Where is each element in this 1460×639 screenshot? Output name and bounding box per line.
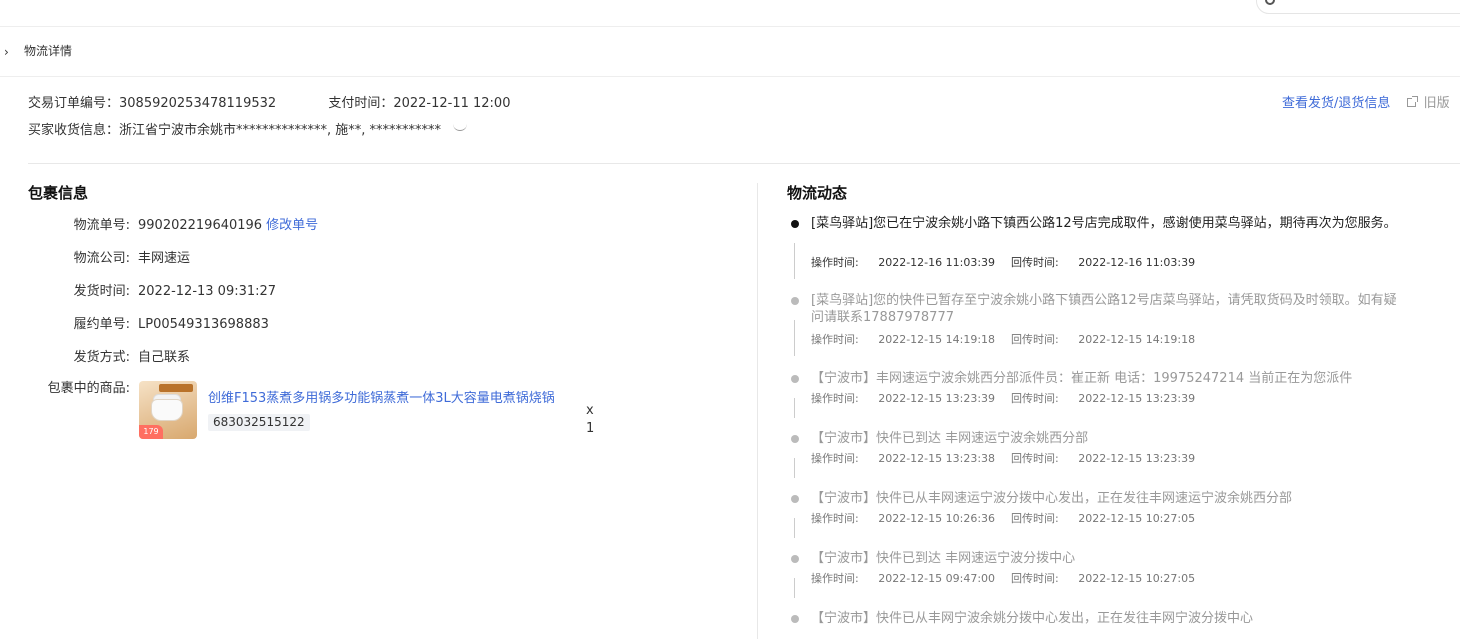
timeline-meta: 操作时间: 2022-12-15 14:19:18 回传时间: 2022-12-1… (811, 333, 1195, 347)
old-version-link[interactable]: 旧版 (1424, 96, 1450, 111)
ret-time: 2022-12-15 14:19:18 (1078, 333, 1196, 346)
search-box[interactable] (1256, 0, 1460, 14)
ret-time: 2022-12-16 11:03:39 (1078, 256, 1196, 269)
tracking-no: 990202219640196 (138, 218, 263, 233)
ret-time-label: 回传时间: (1011, 572, 1059, 585)
timeline-meta: 操作时间: 2022-12-15 10:26:36 回传时间: 2022-12-1… (811, 512, 1195, 526)
op-time: 2022-12-16 11:03:39 (878, 256, 996, 269)
order-no-label: 交易订单编号： (28, 96, 120, 111)
tracking-no-value: 990202219640196 修改单号 (138, 217, 318, 235)
thumbnail-banner (159, 384, 193, 392)
product-id-tag: 683032515122 (208, 414, 310, 431)
timeline-text: 【宁波市】快件已到达 丰网速运宁波余姚西分部 (811, 431, 1089, 446)
ship-time-label: 发货时间: (73, 284, 130, 299)
timeline-dot (791, 495, 799, 503)
breadcrumb: › 物流详情 (0, 27, 1460, 77)
timeline-line (794, 398, 795, 418)
price-badge: 179 (139, 425, 163, 439)
timeline-text: 【宁波市】快件已从丰网速运宁波分拨中心发出，正在发往丰网速运宁波余姚西分部 (811, 491, 1293, 506)
timeline-dot (791, 375, 799, 383)
product-thumbnail[interactable]: 179 (139, 381, 197, 439)
op-time-label: 操作时间: (811, 392, 859, 405)
ret-time-label: 回传时间: (1011, 333, 1059, 346)
op-time: 2022-12-15 09:47:00 (878, 572, 996, 585)
op-time: 2022-12-15 13:23:39 (878, 392, 996, 405)
timeline-text: 【宁波市】丰网速运宁波余姚西分部派件员：崔正新 电话：19975247214 当… (811, 371, 1353, 386)
timeline-meta: 操作时间: 2022-12-15 13:23:39 回传时间: 2022-12-1… (811, 392, 1195, 406)
timeline-text: [菜鸟驿站]您的快件已暂存至宁波余姚小路下镇西公路12号店菜鸟驿站，请凭取货码及… (811, 293, 1397, 325)
timeline-meta: 操作时间: 2022-12-15 09:47:00 回传时间: 2022-12-1… (811, 572, 1195, 586)
timeline-meta: 操作时间: 2022-12-15 13:23:38 回传时间: 2022-12-1… (811, 452, 1195, 466)
ret-time-label: 回传时间: (1011, 392, 1059, 405)
buyer-info: 浙江省宁波市余姚市**************, 施**, **********… (119, 123, 442, 138)
timeline-line (794, 458, 795, 478)
ret-time-label: 回传时间: (1011, 256, 1059, 269)
thumbnail-pot (151, 399, 183, 421)
ret-time: 2022-12-15 10:27:05 (1078, 572, 1196, 585)
op-time-label: 操作时间: (811, 333, 859, 346)
eye-closed-icon[interactable] (453, 124, 468, 131)
product-name-link[interactable]: 创维F153蒸煮多用锅多功能锅蒸煮一体3L大容量电煮锅烧锅 (208, 390, 555, 408)
ret-time: 2022-12-15 13:23:39 (1078, 452, 1196, 465)
timeline-text: [菜鸟驿站]您已在宁波余姚小路下镇西公路12号店完成取件，感谢使用菜鸟驿站，期待… (811, 216, 1397, 231)
buyer-info-label: 买家收货信息： (28, 123, 120, 138)
op-time-label: 操作时间: (811, 572, 859, 585)
timeline-dot (791, 555, 799, 563)
ret-time-label: 回传时间: (1011, 512, 1059, 525)
timeline-dot (791, 615, 799, 623)
op-time: 2022-12-15 14:19:18 (878, 333, 996, 346)
timeline-text: 【宁波市】快件已到达 丰网速运宁波分拨中心 (811, 551, 1076, 566)
timeline-line (794, 243, 795, 279)
timeline-dot (791, 220, 799, 228)
goods-label: 包裹中的商品: (47, 381, 130, 396)
chevron-right-icon[interactable]: › (4, 45, 9, 59)
package-info-title: 包裹信息 (28, 184, 89, 202)
ship-time-value: 2022-12-13 09:31:27 (138, 284, 277, 299)
modify-tracking-link[interactable]: 修改单号 (266, 218, 318, 233)
tracking-no-label: 物流单号: (73, 218, 130, 233)
op-time-label: 操作时间: (811, 452, 859, 465)
top-bar (0, 0, 1460, 27)
divider (28, 163, 1460, 164)
column-divider (757, 183, 758, 639)
op-time-label: 操作时间: (811, 256, 859, 269)
fulfillment-no-value: LP00549313698883 (138, 317, 269, 332)
carrier-value: 丰网速运 (138, 251, 191, 266)
top-links: 查看发货/退货信息 旧版 (1282, 95, 1450, 113)
logistics-title: 物流动态 (787, 184, 848, 202)
view-shipping-link[interactable]: 查看发货/退货信息 (1282, 96, 1390, 111)
search-icon (1265, 0, 1275, 5)
product-quantity: x 1 (586, 403, 595, 436)
timeline-line (794, 320, 795, 356)
carrier-label: 物流公司: (73, 251, 130, 266)
timeline-text: 【宁波市】快件已从丰网宁波余姚分拨中心发出，正在发往丰网宁波分拨中心 (811, 611, 1254, 626)
op-time: 2022-12-15 10:26:36 (878, 512, 996, 525)
ret-time-label: 回传时间: (1011, 452, 1059, 465)
fulfillment-no-label: 履约单号: (73, 317, 130, 332)
ship-method-value: 自己联系 (138, 350, 191, 365)
op-time: 2022-12-15 13:23:38 (878, 452, 996, 465)
op-time-label: 操作时间: (811, 512, 859, 525)
pay-time: 2022-12-11 12:00 (393, 96, 511, 111)
timeline-dot (791, 297, 799, 305)
timeline-meta: 操作时间: 2022-12-16 11:03:39 回传时间: 2022-12-1… (811, 256, 1195, 270)
order-no: 3085920253478119532 (119, 96, 277, 111)
pay-time-label: 支付时间： (328, 96, 394, 111)
timeline-dot (791, 435, 799, 443)
ret-time: 2022-12-15 13:23:39 (1078, 392, 1196, 405)
timeline-line (794, 578, 795, 598)
ship-method-label: 发货方式: (73, 350, 130, 365)
ret-time: 2022-12-15 10:27:05 (1078, 512, 1196, 525)
timeline-line (794, 518, 795, 538)
external-link-icon (1406, 96, 1418, 107)
page-title: 物流详情 (24, 44, 73, 58)
